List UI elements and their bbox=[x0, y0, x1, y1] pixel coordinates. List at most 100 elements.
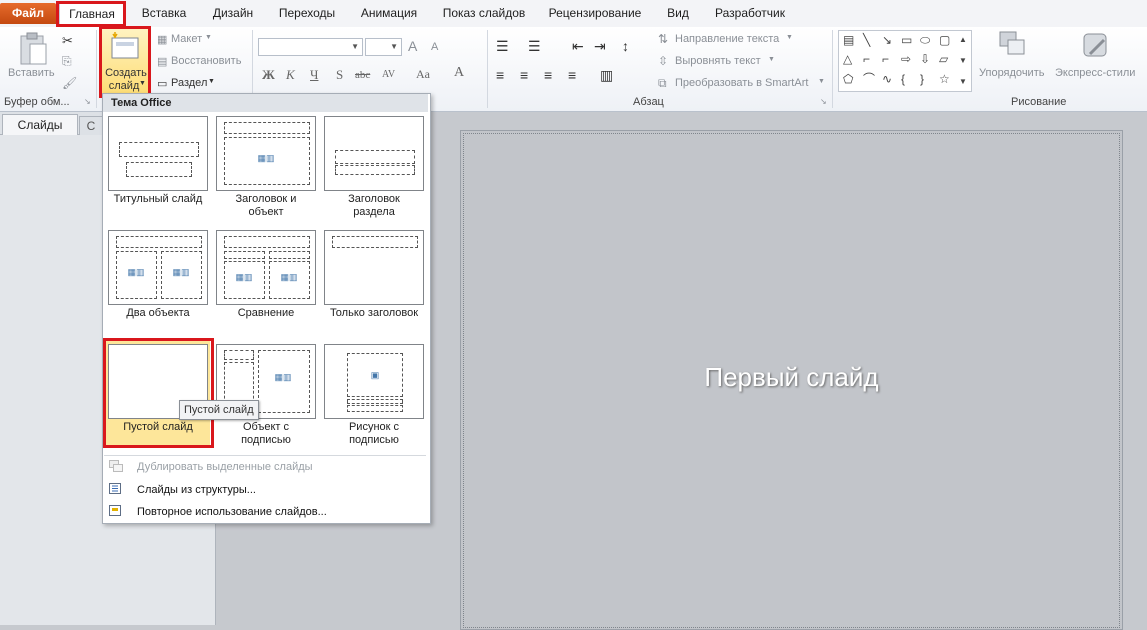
font-name-combo[interactable]: ▼ bbox=[258, 38, 363, 56]
tab-view[interactable]: Вид bbox=[660, 3, 696, 24]
layout-name: объект bbox=[248, 206, 284, 218]
strikethrough-button[interactable]: abc bbox=[355, 69, 370, 81]
tab-transitions[interactable]: Переходы bbox=[272, 3, 342, 24]
tab-insert[interactable]: Вставка bbox=[136, 3, 192, 24]
reuse-slides-item[interactable]: Повторное использование слайдов... bbox=[137, 506, 327, 518]
arrange-button[interactable]: Упорядочить bbox=[979, 67, 1044, 79]
tab-review[interactable]: Рецензирование bbox=[541, 3, 649, 24]
triangle-shape-icon[interactable]: △ bbox=[843, 53, 852, 65]
slide-title[interactable]: Первый слайд bbox=[460, 362, 1123, 393]
layout-title-content[interactable]: ▦▥ bbox=[216, 116, 316, 191]
tab-home[interactable]: Главная bbox=[59, 3, 125, 26]
align-text-button[interactable]: Выровнять текст bbox=[675, 55, 761, 67]
bold-button[interactable]: Ж bbox=[262, 67, 275, 83]
content-icons: ▦▥ bbox=[280, 272, 298, 282]
tab-design[interactable]: Дизайн bbox=[205, 3, 261, 24]
section-button[interactable]: Раздел bbox=[171, 77, 207, 89]
align-left-icon[interactable]: ≡ bbox=[496, 67, 504, 83]
grow-font-icon[interactable]: A bbox=[408, 38, 417, 54]
align-right-icon[interactable]: ≡ bbox=[544, 67, 552, 83]
more-shapes-icon[interactable]: ▼ bbox=[959, 76, 967, 88]
elbow-shape-icon[interactable]: ⌐ bbox=[882, 53, 889, 65]
arrow-line-shape-icon[interactable]: ↘ bbox=[882, 34, 892, 46]
chevron-down-icon: ▼ bbox=[205, 34, 212, 41]
clipboard-launcher-icon[interactable]: ↘ bbox=[84, 97, 91, 106]
scroll-up-icon[interactable]: ▲ bbox=[959, 34, 967, 46]
chevron-down-icon: ▼ bbox=[818, 78, 825, 85]
flowchart-shape-icon[interactable]: ▱ bbox=[939, 53, 948, 65]
tab-slideshow[interactable]: Показ слайдов bbox=[436, 3, 532, 24]
oval-shape-icon[interactable]: ⬭ bbox=[920, 34, 930, 46]
format-painter-icon[interactable]: 🖌 bbox=[62, 76, 77, 90]
layout-comparison[interactable]: ▦▥ ▦▥ bbox=[216, 230, 316, 305]
new-slide-icon[interactable] bbox=[109, 32, 141, 60]
layout-title-only[interactable] bbox=[324, 230, 424, 305]
change-case-button[interactable]: Aa bbox=[416, 67, 430, 82]
layout-name: Рисунок с bbox=[348, 421, 400, 433]
line-shape-icon[interactable]: ╲ bbox=[863, 34, 870, 46]
right-arrow-shape-icon[interactable]: ⇨ bbox=[901, 53, 911, 65]
numbering-icon[interactable]: ☰ bbox=[528, 38, 541, 55]
smartart-button[interactable]: Преобразовать в SmartArt bbox=[675, 77, 808, 89]
layout-button[interactable]: Макет bbox=[171, 33, 202, 45]
char-spacing-button[interactable]: AV bbox=[382, 69, 395, 80]
font-size-combo[interactable]: ▼ bbox=[365, 38, 402, 56]
reset-button[interactable]: Восстановить bbox=[171, 55, 241, 67]
pentagon-shape-icon[interactable]: ⬠ bbox=[843, 73, 853, 85]
tab-animation[interactable]: Анимация bbox=[353, 3, 425, 24]
font-color-button[interactable]: A bbox=[454, 65, 464, 81]
shapes-gallery[interactable]: ▤ ╲ ↘ ▭ ⬭ ▢ △ ⌐ ⌐ ⇨ ⇩ ▱ ⬠ ⌒ ∿ { } ☆ ▲ ▼ … bbox=[838, 30, 972, 92]
decrease-indent-icon[interactable]: ⇤ bbox=[572, 38, 584, 55]
rounded-rect-shape-icon[interactable]: ▢ bbox=[939, 34, 950, 46]
content-icons: ▦▥ bbox=[172, 267, 190, 277]
shadow-button[interactable]: S bbox=[336, 67, 343, 83]
separator bbox=[104, 455, 426, 456]
bullets-icon[interactable]: ☰ bbox=[496, 38, 509, 55]
star-shape-icon[interactable]: ☆ bbox=[939, 73, 950, 85]
slides-from-outline-item[interactable]: Слайды из структуры... bbox=[137, 484, 256, 496]
columns-icon[interactable]: ▥ bbox=[600, 67, 613, 84]
brace-left-shape-icon[interactable]: { bbox=[901, 73, 905, 85]
layout-name: Пустой слайд bbox=[123, 421, 193, 433]
align-center-icon[interactable]: ≡ bbox=[520, 67, 528, 83]
cut-icon[interactable]: ✂ bbox=[62, 33, 73, 49]
smartart-icon: ⧉ bbox=[658, 76, 667, 90]
quick-styles-icon[interactable] bbox=[1080, 30, 1112, 62]
tab-file[interactable]: Файл bbox=[0, 3, 56, 24]
brace-right-shape-icon[interactable]: } bbox=[920, 73, 924, 85]
text-direction-button[interactable]: Направление текста bbox=[675, 33, 779, 45]
shrink-font-icon[interactable]: A bbox=[431, 41, 438, 53]
tab-outline[interactable]: С bbox=[79, 116, 103, 135]
rectangle-shape-icon[interactable]: ▭ bbox=[901, 34, 912, 46]
paste-button[interactable]: Вставить bbox=[8, 67, 55, 79]
italic-button[interactable]: К bbox=[286, 67, 295, 83]
down-arrow-shape-icon[interactable]: ⇩ bbox=[920, 53, 930, 65]
increase-indent-icon[interactable]: ⇥ bbox=[594, 38, 606, 55]
scroll-down-icon[interactable]: ▼ bbox=[959, 55, 967, 67]
curve-shape-icon[interactable]: ⌒ bbox=[863, 73, 875, 85]
textbox-shape-icon[interactable]: ▤ bbox=[843, 34, 854, 46]
arrange-icon[interactable] bbox=[998, 30, 1030, 62]
layout-name: Титульный слайд bbox=[113, 193, 203, 205]
layout-two-content[interactable]: ▦▥ ▦▥ bbox=[108, 230, 208, 305]
copy-icon[interactable]: ⎘ bbox=[62, 54, 72, 69]
quick-styles-button[interactable]: Экспресс-стили bbox=[1055, 67, 1135, 79]
paragraph-launcher-icon[interactable]: ↘ bbox=[820, 97, 827, 106]
underline-button[interactable]: Ч bbox=[310, 67, 318, 83]
connector-shape-icon[interactable]: ⌐ bbox=[863, 53, 870, 65]
tab-developer[interactable]: Разработчик bbox=[707, 3, 793, 24]
title-placeholder bbox=[224, 122, 310, 134]
freeform-shape-icon[interactable]: ∿ bbox=[882, 73, 892, 85]
tab-slides[interactable]: Слайды bbox=[2, 114, 78, 135]
tooltip: Пустой слайд bbox=[179, 400, 259, 420]
text-placeholder bbox=[347, 405, 403, 412]
layout-title-slide[interactable] bbox=[108, 116, 208, 191]
duplicate-slides-item: Дублировать выделенные слайды bbox=[137, 461, 313, 473]
line-spacing-icon[interactable]: ↕ bbox=[622, 38, 629, 54]
justify-icon[interactable]: ≡ bbox=[568, 67, 576, 83]
separator bbox=[96, 30, 97, 108]
paste-icon[interactable] bbox=[18, 32, 48, 66]
layout-picture-caption[interactable]: ▣ bbox=[324, 344, 424, 419]
ribbon-tab-bar: Файл Главная Вставка Дизайн Переходы Ани… bbox=[0, 0, 1147, 28]
layout-section-header[interactable] bbox=[324, 116, 424, 191]
